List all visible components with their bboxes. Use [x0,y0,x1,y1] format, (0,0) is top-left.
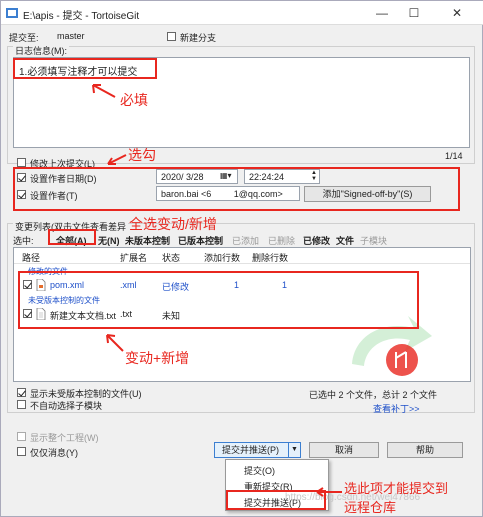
commit-push-menu-highlight [226,490,326,510]
column-path[interactable]: 路径 [22,251,40,264]
annotation-arrow-icon [92,84,116,98]
log-message-label: 日志信息(M): [13,44,69,57]
filter-deleted[interactable]: 已删除 [268,234,295,247]
menu-item-commit[interactable]: 提交(O) [244,464,275,477]
column-lines-added[interactable]: 添加行数 [204,251,240,264]
annotation-push-note-line2: 远程仓库 [344,500,397,515]
filter-unversioned[interactable]: 未版本控制 [125,234,170,247]
split-dropdown-arrow-icon[interactable]: ▼ [288,443,300,457]
annotation-required: 必填 [120,92,148,108]
annotation-arrow-icon [107,154,127,165]
maximize-button[interactable]: ☐ [403,4,425,22]
annotation-arrow-icon [106,334,124,352]
show-unversioned-checkbox[interactable] [17,388,26,397]
commit-and-push-label: 提交并推送(P) [222,445,279,455]
amend-checkbox[interactable] [17,158,26,167]
help-button[interactable]: 帮助 [387,442,463,458]
log-message-highlight [13,58,157,79]
cancel-button[interactable]: 取消 [309,442,379,458]
new-branch-label: 新建分支 [180,33,217,43]
message-only-label: 仅仅消息(Y) [30,448,78,458]
filter-added[interactable]: 已添加 [232,234,259,247]
view-patch-link[interactable]: 查看补丁>> [373,402,420,415]
column-lines-deleted[interactable]: 删除行数 [252,251,288,264]
filter-versioned[interactable]: 已版本控制 [178,234,223,247]
new-branch-checkbox[interactable] [167,32,176,41]
filter-submodules[interactable]: 子模块 [360,234,387,247]
branch-name: master [57,31,85,41]
filter-none[interactable]: 无(N) [98,234,120,247]
file-list-highlight [18,271,419,329]
annotation-arrow-icon [316,487,342,497]
show-whole-project-checkbox[interactable] [17,432,26,441]
no-auto-submodule-checkbox[interactable] [17,400,26,409]
show-whole-project-label: 显示整个工程(W) [30,433,99,443]
column-extension[interactable]: 扩展名 [120,251,147,264]
commit-dialog: E:\apis - 提交 - TortoiseGit — ☐ ✕ 提交至: ma… [0,0,483,517]
filter-modified[interactable]: 已修改 [303,234,330,247]
annotation-select-changes: 全选变动/新增 [129,216,217,232]
annotation-push-note-line1: 选此项才能提交到 [344,481,449,496]
annotation-check: 选勾 [128,147,156,163]
minimize-button[interactable]: — [371,4,393,22]
close-button[interactable]: ✕ [446,4,468,22]
column-status[interactable]: 状态 [162,251,180,264]
message-only-checkbox[interactable] [17,447,26,456]
select-all-highlight [48,229,96,245]
commit-and-push-button[interactable]: 提交并推送(P) ▼ [214,442,301,458]
annotation-changes-new: 变动+新增 [125,350,190,366]
no-auto-submodule-label: 不自动选择子模块 [30,401,103,411]
author-settings-highlight [13,167,460,211]
log-counter: 1/14 [445,151,463,161]
file-list-header [14,248,470,264]
filter-files[interactable]: 文件 [336,234,354,247]
select-label: 选中: [13,236,34,246]
commit-to-label: 提交至: [9,33,39,43]
selection-summary: 已选中 2 个文件，总计 2 个文件 [309,390,438,400]
window-title: E:\apis - 提交 - TortoiseGit [23,11,140,22]
title-bar: E:\apis - 提交 - TortoiseGit — ☐ ✕ [1,1,483,25]
tortoisegit-app-icon [6,8,18,18]
